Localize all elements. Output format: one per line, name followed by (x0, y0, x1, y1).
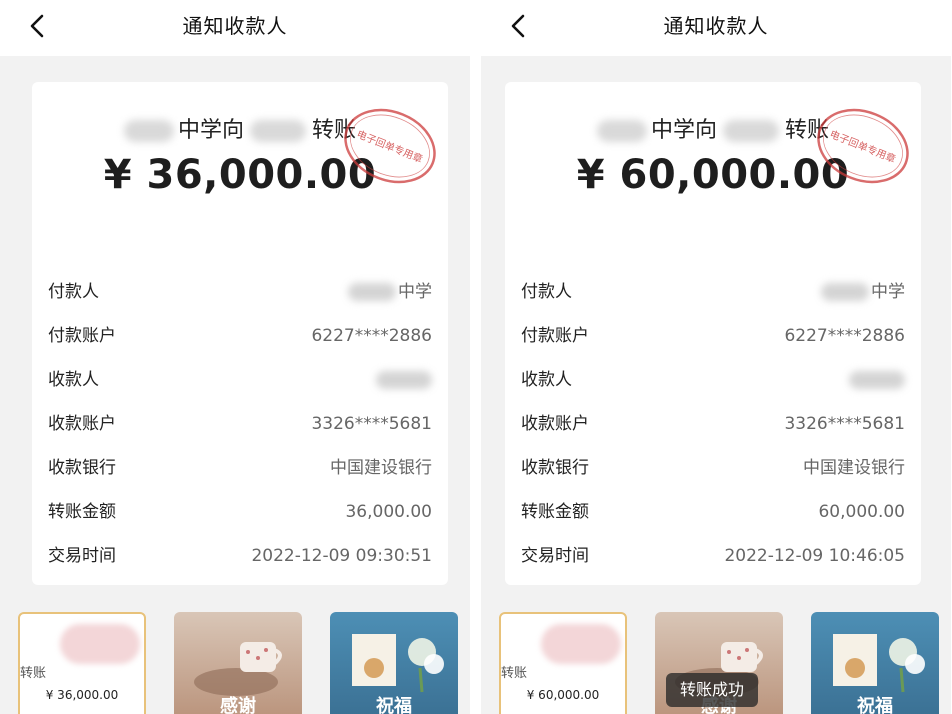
detail-rows: 付款人 中学 付款账户 6227****2886 收款人 收款账户 3326**… (521, 270, 905, 578)
row-transaction-time: 交易时间 2022-12-09 09:30:51 (48, 546, 432, 566)
success-toast: 转账成功 (666, 673, 758, 707)
card-style-thanks[interactable]: 感谢 (174, 612, 302, 714)
redacted-text (821, 283, 869, 301)
card-style-blessing[interactable]: 祝福 (330, 612, 458, 714)
detail-rows: 付款人 中学 付款账户 6227****2886 收款人 收款账户 3326**… (48, 270, 432, 578)
card-style-blessing[interactable]: 祝福 (811, 612, 939, 714)
row-payee-account: 收款账户 3326****5681 (521, 414, 905, 434)
row-payee: 收款人 (48, 358, 432, 402)
redacted-text (849, 371, 905, 389)
redacted-text (250, 120, 306, 142)
row-payer-account: 付款账户 6227****2886 (48, 326, 432, 346)
row-payee: 收款人 (521, 358, 905, 402)
receipt-card: 中学向 转账 ¥ 36,000.00 电子回单专用章 付款人 中学 付款账户 62… (32, 82, 448, 585)
redacted-text (596, 120, 647, 142)
receipt-panel-left: 通知收款人 中学向 转账 ¥ 36,000.00 电子回单专用章 付款人 中学 付… (0, 0, 470, 714)
electronic-seal-stamp: 电子回单专用章 (817, 108, 909, 184)
decorative-image (541, 624, 621, 664)
card-style-transfer[interactable]: 转账 ¥ 60,000.00 (499, 612, 627, 714)
receipt-card: 中学向 转账 ¥ 60,000.00 电子回单专用章 付款人 中学 付款账户 62… (505, 82, 921, 585)
card-style-transfer[interactable]: 转账 ¥ 36,000.00 (18, 612, 146, 714)
row-transfer-amount: 转账金额 60,000.00 (521, 502, 905, 522)
row-payer: 付款人 中学 (48, 282, 432, 302)
page-title: 通知收款人 (182, 14, 288, 38)
svg-text:电子回单专用章: 电子回单专用章 (828, 127, 898, 165)
receipt-panel-right: 通知收款人 中学向 转账 ¥ 60,000.00 电子回单专用章 付款人 中学 付… (481, 0, 951, 714)
headline-part-a: 中学向 (650, 118, 717, 143)
row-payee-bank: 收款银行 中国建设银行 (521, 458, 905, 478)
row-payee-account: 收款账户 3326****5681 (48, 414, 432, 434)
electronic-seal-stamp: 电子回单专用章 (344, 108, 436, 184)
headline-part-a: 中学向 (177, 118, 244, 143)
panel-divider (470, 0, 481, 714)
row-transfer-amount: 转账金额 36,000.00 (48, 502, 432, 522)
nav-bar: 通知收款人 (0, 0, 470, 56)
redacted-text (348, 283, 396, 301)
redacted-text (376, 371, 432, 389)
nav-bar: 通知收款人 (481, 0, 951, 56)
row-payer-account: 付款账户 6227****2886 (521, 326, 905, 346)
svg-text:电子回单专用章: 电子回单专用章 (355, 127, 425, 165)
row-transaction-time: 交易时间 2022-12-09 10:46:05 (521, 546, 905, 566)
redacted-text (723, 120, 779, 142)
decorative-image (60, 624, 140, 664)
row-payer: 付款人 中学 (521, 282, 905, 302)
page-title: 通知收款人 (663, 14, 769, 38)
redacted-text (123, 120, 174, 142)
row-payee-bank: 收款银行 中国建设银行 (48, 458, 432, 478)
card-style-selector: 转账 ¥ 36,000.00 感谢 祝福 (18, 612, 470, 714)
